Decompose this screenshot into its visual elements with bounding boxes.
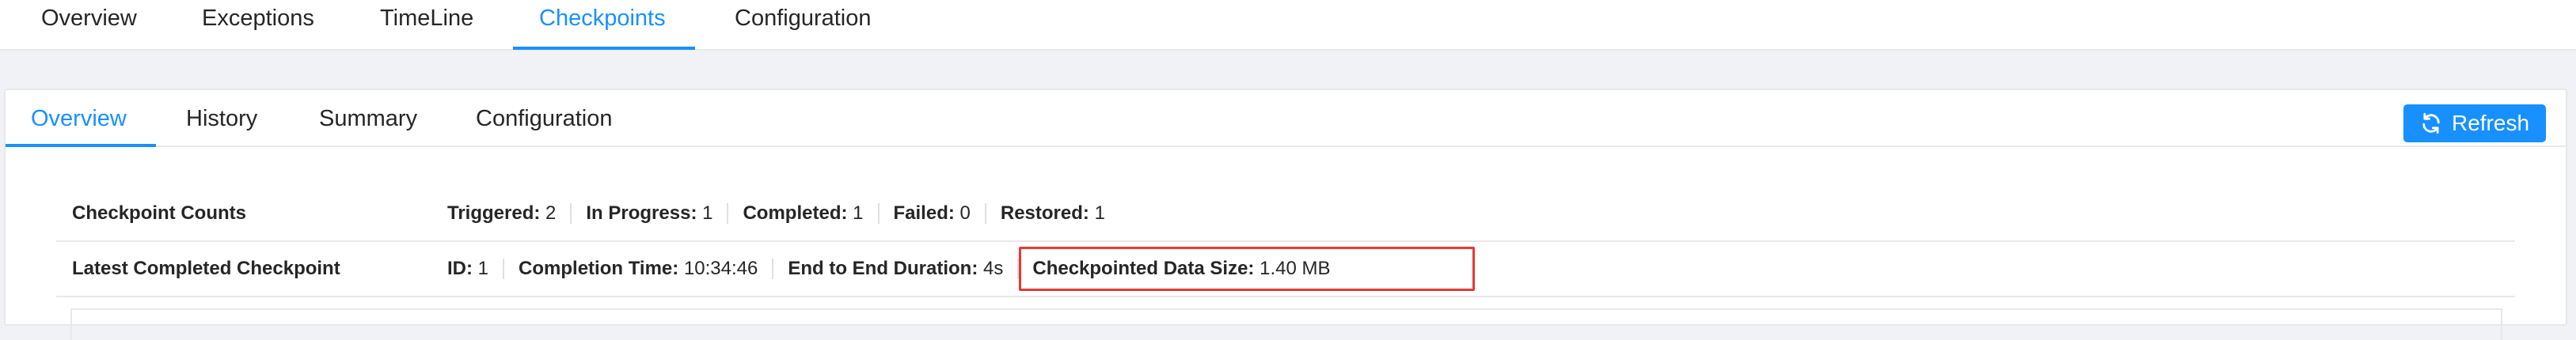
sub-tab-history[interactable]: History — [186, 90, 257, 147]
sub-tab-overview[interactable]: Overview — [31, 90, 127, 147]
active-sub-tab-indicator — [6, 144, 156, 147]
tab-checkpoints[interactable]: Checkpoints — [539, 0, 666, 51]
completed-stat: Completed: 1 — [728, 202, 880, 224]
tab-timeline[interactable]: TimeLine — [380, 0, 473, 51]
triggered-value: 2 — [545, 202, 557, 224]
completion-time-value: 10:34:46 — [683, 258, 758, 279]
latest-completed-row: Latest Completed Checkpoint ID: 1 Comple… — [56, 242, 2515, 297]
id-label: ID: — [447, 258, 473, 279]
tab-configuration[interactable]: Configuration — [735, 0, 872, 51]
tab-exceptions[interactable]: Exceptions — [202, 0, 314, 51]
completed-label: Completed: — [743, 202, 848, 224]
checkpoint-counts-label: Checkpoint Counts — [72, 202, 246, 224]
sub-tab-configuration[interactable]: Configuration — [476, 90, 613, 147]
checkpoint-counts-stats: Triggered: 2 In Progress: 1 Completed: 1… — [447, 187, 1119, 240]
duration-value: 4s — [983, 258, 1004, 279]
in-progress-label: In Progress: — [586, 202, 697, 224]
checkpoints-card: Overview History Summary Configuration R… — [4, 89, 2567, 340]
restored-stat: Restored: 1 — [986, 203, 1119, 224]
active-tab-indicator — [513, 47, 695, 50]
sub-tab-summary[interactable]: Summary — [319, 90, 417, 147]
completion-time-stat: Completion Time: 10:34:46 — [504, 258, 774, 279]
in-progress-value: 1 — [702, 202, 713, 224]
duration-stat: End to End Duration: 4s — [773, 258, 1020, 279]
data-size-label: Checkpointed Data Size: — [1032, 258, 1255, 279]
refresh-button-label: Refresh — [2451, 111, 2530, 135]
triggered-label: Triggered: — [447, 202, 541, 224]
job-tab-bar: Overview Exceptions TimeLine Checkpoints… — [0, 0, 2576, 51]
id-stat: ID: 1 — [447, 258, 505, 279]
failed-stat: Failed: 0 — [880, 203, 986, 224]
data-size-stat-highlighted: Checkpointed Data Size: 1.40 MB — [1019, 247, 1476, 291]
refresh-icon — [2420, 112, 2442, 134]
failed-label: Failed: — [893, 202, 955, 224]
completion-time-label: Completion Time: — [519, 258, 679, 279]
restored-value: 1 — [1094, 202, 1105, 224]
refresh-button[interactable]: Refresh — [2403, 104, 2546, 142]
checkpoints-sub-tab-bar: Overview History Summary Configuration R… — [6, 90, 2566, 147]
duration-label: End to End Duration: — [788, 258, 978, 279]
latest-completed-stats: ID: 1 Completion Time: 10:34:46 End to E… — [447, 242, 1476, 296]
checkpoint-counts-row: Checkpoint Counts Triggered: 2 In Progre… — [56, 187, 2515, 242]
failed-value: 0 — [959, 202, 971, 224]
id-value: 1 — [477, 258, 489, 279]
completed-value: 1 — [853, 202, 864, 224]
details-table-top — [70, 308, 2502, 340]
latest-completed-label: Latest Completed Checkpoint — [72, 258, 340, 279]
triggered-stat: Triggered: 2 — [447, 203, 572, 224]
in-progress-stat: In Progress: 1 — [572, 202, 729, 224]
tab-overview[interactable]: Overview — [41, 0, 137, 51]
data-size-value: 1.40 MB — [1260, 258, 1331, 279]
restored-label: Restored: — [1000, 202, 1089, 224]
